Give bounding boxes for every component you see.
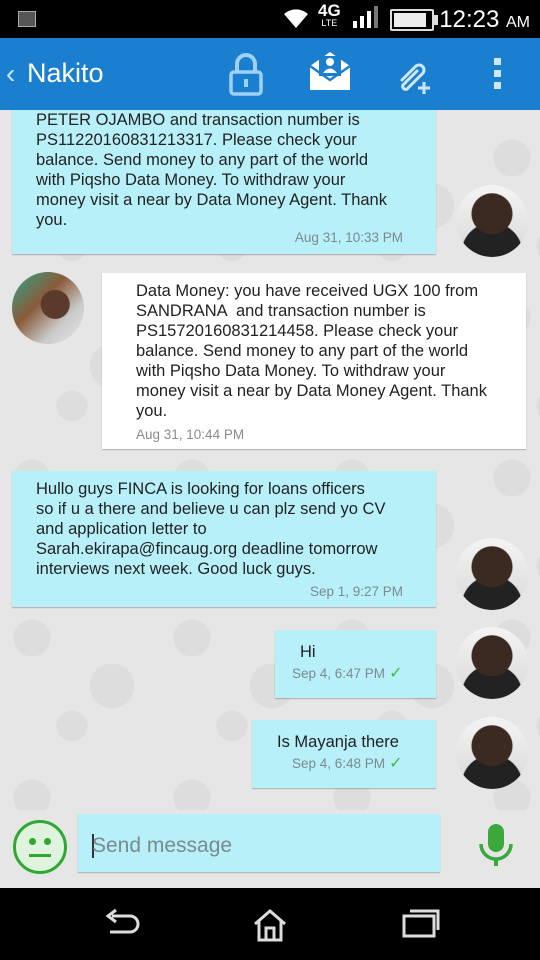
home-nav-icon[interactable] [252,908,288,942]
message-list[interactable]: PETER OJAMBO and transaction number is P… [0,110,540,810]
message-input-placeholder: Send message [92,834,233,857]
message-input[interactable]: Send message [78,814,440,872]
avatar[interactable] [12,272,84,344]
message-bubble-outgoing[interactable]: Hullo guys FINCA is looking for loans of… [12,471,436,607]
signal-icon [353,6,378,28]
delivered-check-icon: ✓ [389,755,403,772]
envelope-contact-icon[interactable] [308,48,352,92]
avatar[interactable] [456,185,528,257]
message-time: Aug 31, 10:44 PM [136,427,245,442]
network-type: 4G LTE [318,1,341,28]
message-text: Is Mayanja there [277,733,399,751]
overflow-menu-icon[interactable] [492,56,504,92]
message-text: Hi [300,643,316,661]
avatar[interactable] [456,717,528,789]
image-icon [18,11,36,27]
wifi-icon [284,9,308,28]
message-text: PETER OJAMBO and transaction number is P… [36,111,387,229]
status-time: 12:23 AM [439,6,530,33]
battery-icon [390,9,438,31]
microphone-icon[interactable] [478,824,514,868]
message-text: Data Money: you have received UGX 100 fr… [136,282,487,420]
app-bar: ‹ Nakito [0,38,540,110]
emoji-icon[interactable] [13,820,67,874]
composer-bar: Send message [0,810,540,888]
back-chevron-icon[interactable]: ‹ [6,58,15,90]
avatar[interactable] [456,627,528,699]
lock-icon[interactable] [228,52,264,96]
message-bubble-outgoing[interactable]: Hi Sep 4, 6:47 PM ✓ [275,630,436,698]
delivered-check-icon: ✓ [389,665,403,682]
message-bubble-outgoing[interactable]: Is Mayanja there Sep 4, 6:48 PM ✓ [252,720,436,788]
conversation-title[interactable]: Nakito [27,58,104,89]
back-nav-icon[interactable] [102,908,140,940]
message-bubble-incoming[interactable]: Data Money: you have received UGX 100 fr… [102,273,526,449]
status-bar: 4G LTE 12:23 AM [0,0,540,38]
system-nav-bar [0,888,540,960]
message-bubble-outgoing[interactable]: PETER OJAMBO and transaction number is P… [12,110,436,254]
message-text: Hullo guys FINCA is looking for loans of… [36,480,386,578]
avatar[interactable] [456,538,528,610]
message-time: Sep 4, 6:47 PM ✓ [292,665,403,682]
message-time: Sep 1, 9:27 PM [309,584,403,599]
recents-nav-icon[interactable] [402,908,440,938]
attach-plus-icon[interactable] [392,54,436,98]
message-time: Sep 4, 6:48 PM ✓ [292,755,403,772]
message-time: Aug 31, 10:33 PM [294,230,403,245]
